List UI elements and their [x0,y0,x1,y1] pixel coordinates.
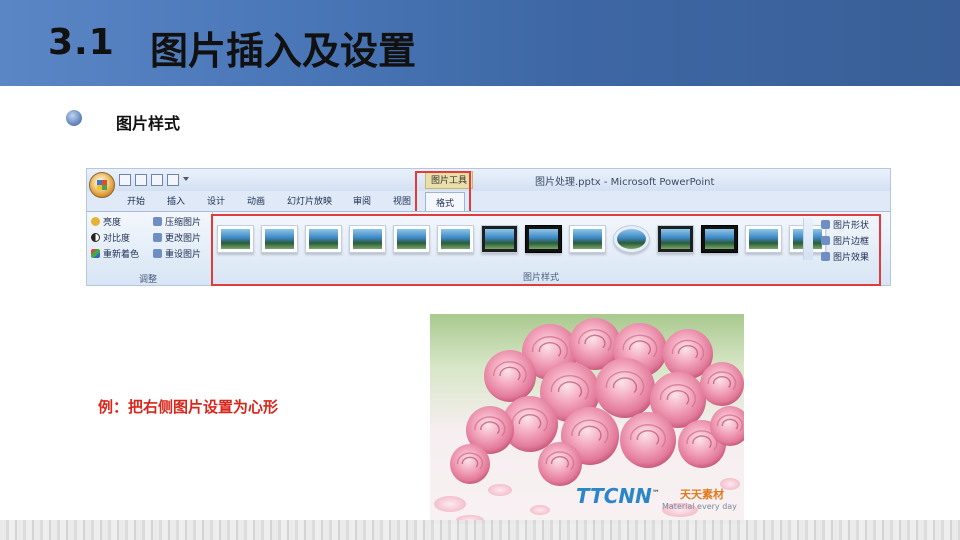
picture-style-thumbnail[interactable] [701,225,738,253]
picture-style-thumbnail[interactable] [745,225,782,253]
slide-header: 3.1 图片插入及设置 [0,0,960,86]
change-picture-button[interactable]: 更改图片 [153,231,201,244]
picture-style-preview [353,229,382,249]
picture-style-preview [617,229,646,249]
bullet-icon [66,110,82,126]
picture-style-preview [573,229,602,249]
example-instruction: 例：把右侧图片设置为心形 [98,398,279,416]
picture-style-thumbnail[interactable] [349,225,386,253]
picture-style-preview [529,229,558,249]
rose [538,442,582,486]
redo-icon[interactable] [151,174,163,186]
watermark-logo: TTCNN™ [576,484,660,508]
picture-style-thumbnail[interactable] [613,225,650,253]
picture-border-icon [821,236,830,245]
picture-effects-icon [821,252,830,261]
brightness-button[interactable]: 亮度 [91,215,121,228]
slide-title: 图片插入及设置 [150,29,417,73]
fallen-petal [434,496,466,512]
picture-style-preview [749,229,778,249]
picture-style-preview [221,229,250,249]
picture-style-thumbnail[interactable] [569,225,606,253]
picture-style-thumbnail[interactable] [657,225,694,253]
format-tab-highlight [415,171,471,213]
tab-review[interactable]: 审阅 [353,194,371,207]
ribbon-tabs: 开始 插入 设计 动画 幻灯片放映 审阅 视图 格式 [87,191,890,211]
compress-pictures-button[interactable]: 压缩图片 [153,215,201,228]
contrast-icon [91,233,100,242]
picture-style-preview [485,229,514,249]
rose [595,358,655,418]
rose [484,350,536,402]
styles-group-caption: 图片样式 [523,273,560,283]
office-button-icon[interactable] [89,172,115,198]
watermark-cn: 天天素材 [680,488,724,501]
adjust-group-caption: 调整 [139,275,158,285]
recolor-icon [91,249,100,258]
picture-style-thumbnail[interactable] [217,225,254,253]
picture-style-thumbnail[interactable] [393,225,430,253]
picture-style-thumbnail[interactable] [525,225,562,253]
tab-insert[interactable]: 插入 [167,194,185,207]
ribbon-body: 亮度 对比度 重新着色 压缩图片 更改图片 重设图片 调整 图片形状 图片边框 … [87,211,890,286]
picture-style-thumbnail[interactable] [261,225,298,253]
qat-dropdown-icon[interactable] [183,177,189,183]
brightness-icon [91,217,100,226]
picture-styles-highlight: 图片形状 图片边框 图片效果 图片样式 [211,214,881,286]
adjust-group: 亮度 对比度 重新着色 压缩图片 更改图片 重设图片 调整 [87,212,213,286]
picture-style-preview [265,229,294,249]
quick-access-toolbar [119,172,189,188]
picture-shape-button[interactable]: 图片形状 [821,218,869,231]
picture-style-thumbnail[interactable] [305,225,342,253]
picture-style-preview [441,229,470,249]
footer-decoration [0,520,960,540]
picture-style-preview [705,229,734,249]
new-doc-icon[interactable] [167,174,179,186]
picture-style-preview [309,229,338,249]
recolor-button[interactable]: 重新着色 [91,247,139,260]
fallen-petal [488,484,512,496]
reset-picture-icon [153,249,162,258]
contrast-button[interactable]: 对比度 [91,231,130,244]
save-icon[interactable] [119,174,131,186]
gallery-scroll[interactable] [803,218,813,260]
compress-icon [153,217,162,226]
section-number: 3.1 [48,22,115,63]
change-picture-icon [153,233,162,242]
picture-style-preview [397,229,426,249]
reset-picture-button[interactable]: 重设图片 [153,247,201,260]
picture-style-thumbnail[interactable] [481,225,518,253]
watermark-en: Material every day [662,502,737,511]
tab-slideshow[interactable]: 幻灯片放映 [287,194,332,207]
tab-home[interactable]: 开始 [127,194,145,207]
window-title: 图片处理.pptx - Microsoft PowerPoint [535,177,715,188]
tab-animations[interactable]: 动画 [247,194,265,207]
picture-style-preview [661,229,690,249]
undo-icon[interactable] [135,174,147,186]
bullet-text: 图片样式 [116,114,181,133]
picture-effects-button[interactable]: 图片效果 [821,250,869,263]
fallen-petal [530,505,550,515]
rose-photo[interactable]: TTCNN™ 天天素材 Material every day [430,314,744,524]
ribbon-titlebar: 图片工具 图片处理.pptx - Microsoft PowerPoint [87,169,890,198]
rose [700,362,744,406]
ribbon-screenshot: 图片工具 图片处理.pptx - Microsoft PowerPoint 开始… [86,168,891,286]
tab-design[interactable]: 设计 [207,194,225,207]
rose [450,444,490,484]
picture-border-button[interactable]: 图片边框 [821,234,869,247]
picture-styles-gallery [217,218,826,260]
picture-style-thumbnail[interactable] [437,225,474,253]
picture-format-commands: 图片形状 图片边框 图片效果 [821,216,881,263]
tab-view[interactable]: 视图 [393,194,411,207]
rose [620,412,676,468]
picture-shape-icon [821,220,830,229]
